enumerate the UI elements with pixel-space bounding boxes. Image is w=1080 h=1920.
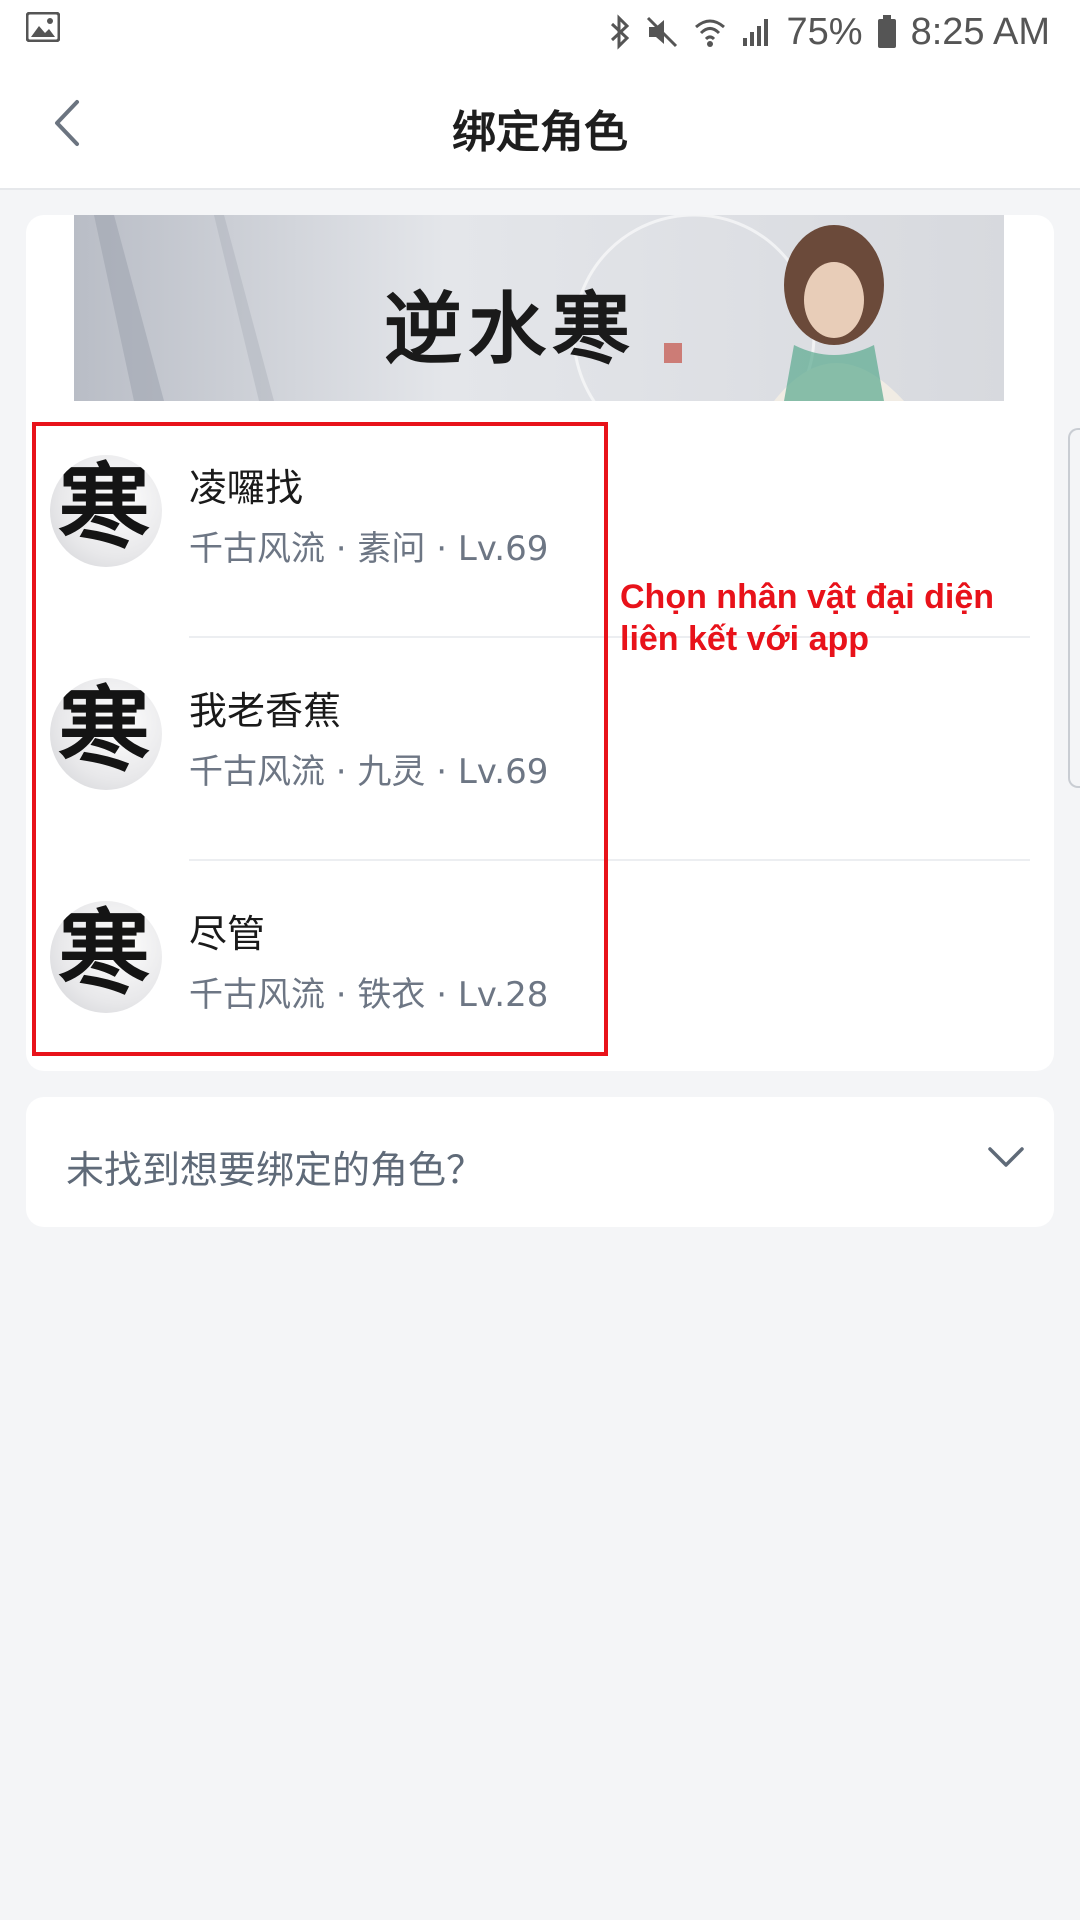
- game-banner: 逆水寒: [74, 215, 1004, 401]
- status-time: 8:25 AM: [910, 10, 1050, 53]
- banner-logo: 逆水寒: [384, 284, 637, 375]
- annotation-highlight-box: [32, 422, 608, 1056]
- status-icons: 75% 8:25 AM: [609, 8, 1050, 56]
- page-title: 绑定角色: [452, 107, 628, 158]
- bluetooth-icon: [609, 14, 631, 50]
- header: 绑定角色: [0, 62, 1080, 190]
- signal-icon: [741, 16, 773, 48]
- role-not-found-label: 未找到想要绑定的角色？: [66, 1148, 485, 1192]
- battery-percent: 75%: [786, 10, 863, 53]
- wifi-icon: [693, 15, 727, 49]
- annotation-text: Chọn nhân vật đại diện liên kết với app: [620, 578, 995, 658]
- battery-icon: [877, 15, 897, 49]
- status-bar: 75% 8:25 AM: [0, 0, 1080, 62]
- chevron-down-icon: [986, 1143, 1026, 1175]
- mute-icon: [645, 15, 679, 49]
- image-icon: [25, 11, 61, 46]
- role-not-found-toggle[interactable]: 未找到想要绑定的角色？: [26, 1097, 1054, 1227]
- scroll-handle[interactable]: [1068, 428, 1080, 788]
